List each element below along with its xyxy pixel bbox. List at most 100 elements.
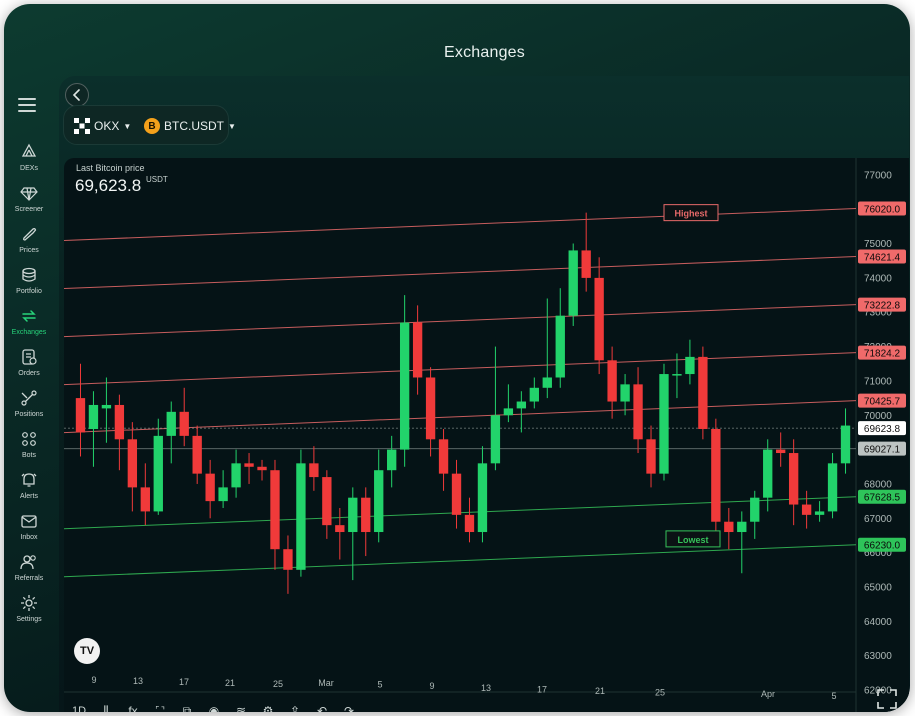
bitcoin-icon: B bbox=[144, 118, 160, 134]
share-icon[interactable]: ⇪ bbox=[285, 701, 305, 712]
candle-body bbox=[335, 525, 345, 533]
candle-body bbox=[296, 463, 306, 570]
sidebar-item-referrals[interactable]: Referrals bbox=[4, 552, 54, 582]
candle-body bbox=[127, 439, 138, 488]
swap-icon bbox=[22, 310, 36, 322]
redo-icon[interactable]: ↷ bbox=[339, 701, 359, 712]
candle-body bbox=[231, 463, 241, 488]
fullscreen-button[interactable] bbox=[876, 688, 898, 710]
level-price-label: 74621.4 bbox=[864, 253, 901, 264]
sidebar-item-dexs[interactable]: DEXs bbox=[4, 142, 54, 172]
y-tick-label: 70000 bbox=[864, 411, 892, 422]
candle-body bbox=[555, 315, 565, 378]
candle-body bbox=[179, 411, 189, 436]
eye-icon[interactable]: ◉ bbox=[204, 701, 224, 712]
sidebar-item-label: Bots bbox=[21, 452, 36, 459]
indicators-icon[interactable]: fx bbox=[123, 701, 143, 712]
price-caption: Last Bitcoin price bbox=[76, 163, 145, 173]
candle-body bbox=[205, 473, 215, 502]
candle-body bbox=[166, 411, 176, 436]
candle-body bbox=[477, 463, 488, 533]
pair-selector[interactable]: B BTC.USDT ▼ bbox=[144, 116, 236, 136]
candle-body bbox=[101, 404, 112, 409]
sidebar-item-settings[interactable]: Settings bbox=[4, 593, 54, 623]
candle-body bbox=[776, 449, 786, 454]
candles-icon[interactable]: ⫼ bbox=[96, 701, 116, 713]
candle-body bbox=[737, 521, 747, 533]
interval-button[interactable]: 1D bbox=[68, 701, 90, 712]
candle-body bbox=[348, 497, 358, 533]
candle-body bbox=[153, 435, 163, 512]
y-tick-label: 63000 bbox=[864, 651, 892, 662]
candle-body bbox=[620, 384, 630, 402]
candle-body bbox=[399, 322, 410, 450]
sidebar-item-positions[interactable]: Positions bbox=[4, 388, 54, 418]
candle-body bbox=[374, 470, 384, 533]
exchange-selector[interactable]: OKX ▼ bbox=[74, 116, 131, 136]
sidebar-item-prices[interactable]: Prices bbox=[4, 224, 54, 254]
x-tick-label: 25 bbox=[273, 679, 283, 689]
bots-icon bbox=[22, 432, 36, 446]
candle-body bbox=[594, 277, 604, 361]
chevron-left-icon bbox=[72, 89, 80, 101]
sidebar-item-exchanges[interactable]: Exchanges bbox=[4, 306, 54, 336]
app-window: Exchanges DEXs Screener Prices Portfolio Exc… bbox=[4, 4, 910, 712]
sidebar-item-inbox[interactable]: Inbox bbox=[4, 511, 54, 541]
sidebar-item-alerts[interactable]: Alerts bbox=[4, 470, 54, 500]
price-unit: USDT bbox=[146, 175, 168, 184]
sidebar-item-label: Inbox bbox=[20, 534, 38, 541]
x-tick-label: 5 bbox=[831, 691, 836, 701]
annotation-label: Lowest bbox=[677, 535, 708, 545]
page-title: Exchanges bbox=[444, 44, 525, 61]
sidebar-item-label: DEXs bbox=[20, 165, 38, 172]
sidebar-item-bots[interactable]: Bots bbox=[4, 429, 54, 459]
orders-icon bbox=[22, 349, 37, 365]
x-tick-label: 21 bbox=[225, 678, 235, 688]
tag-icon bbox=[23, 228, 37, 241]
sidebar-item-orders[interactable]: Orders bbox=[4, 347, 54, 377]
layers-icon[interactable]: ≋ bbox=[231, 701, 251, 712]
y-tick-label: 74000 bbox=[864, 273, 892, 284]
candle-body bbox=[257, 466, 267, 471]
sidebar-item-portfolio[interactable]: Portfolio bbox=[4, 265, 54, 295]
candle-body bbox=[840, 425, 851, 464]
candle-body bbox=[788, 453, 799, 505]
x-tick-label: 13 bbox=[481, 683, 491, 693]
settings-icon[interactable]: ⚙ bbox=[258, 701, 278, 712]
bell-icon bbox=[21, 473, 37, 487]
candle-body bbox=[711, 429, 721, 522]
price-chart[interactable]: 7700076000750007400073000720007100070000… bbox=[64, 158, 909, 712]
candle-body bbox=[309, 463, 319, 478]
tradingview-logo[interactable]: TV bbox=[74, 638, 100, 664]
sidebar: DEXs Screener Prices Portfolio Exchanges Orde… bbox=[4, 84, 54, 644]
candle-body bbox=[322, 477, 332, 526]
x-tick-label: Mar bbox=[318, 678, 334, 688]
users-icon bbox=[20, 555, 36, 570]
menu-icon[interactable] bbox=[18, 98, 36, 112]
expand-icon bbox=[877, 689, 897, 709]
x-tick-label: Apr bbox=[761, 689, 775, 699]
candle-body bbox=[244, 463, 254, 467]
level-price-label: 76020.0 bbox=[864, 205, 901, 216]
undo-icon[interactable]: ↶ bbox=[312, 701, 332, 712]
candle-body bbox=[283, 549, 293, 570]
templates-icon[interactable]: ⧉ bbox=[177, 701, 197, 713]
candle-body bbox=[387, 449, 397, 471]
crop-icon[interactable]: ⛶ bbox=[150, 701, 170, 713]
positions-icon bbox=[21, 390, 37, 406]
candle-body bbox=[529, 387, 539, 402]
back-button[interactable] bbox=[65, 83, 89, 107]
sidebar-item-label: Referrals bbox=[14, 575, 44, 582]
candle-body bbox=[827, 463, 838, 512]
main-panel: OKX ▼ B BTC.USDT ▼ 770007600075000740007… bbox=[59, 76, 909, 712]
candle-body bbox=[685, 356, 695, 375]
candle-body bbox=[503, 408, 514, 416]
candle-body bbox=[425, 377, 436, 440]
sidebar-item-screener[interactable]: Screener bbox=[4, 183, 54, 213]
chart-canvas: 7700076000750007400073000720007100070000… bbox=[64, 158, 906, 712]
y-tick-label: 65000 bbox=[864, 582, 892, 593]
candle-body bbox=[218, 487, 228, 502]
sidebar-item-label: Alerts bbox=[20, 493, 38, 500]
candle-body bbox=[192, 435, 202, 474]
candle-body bbox=[542, 377, 552, 388]
